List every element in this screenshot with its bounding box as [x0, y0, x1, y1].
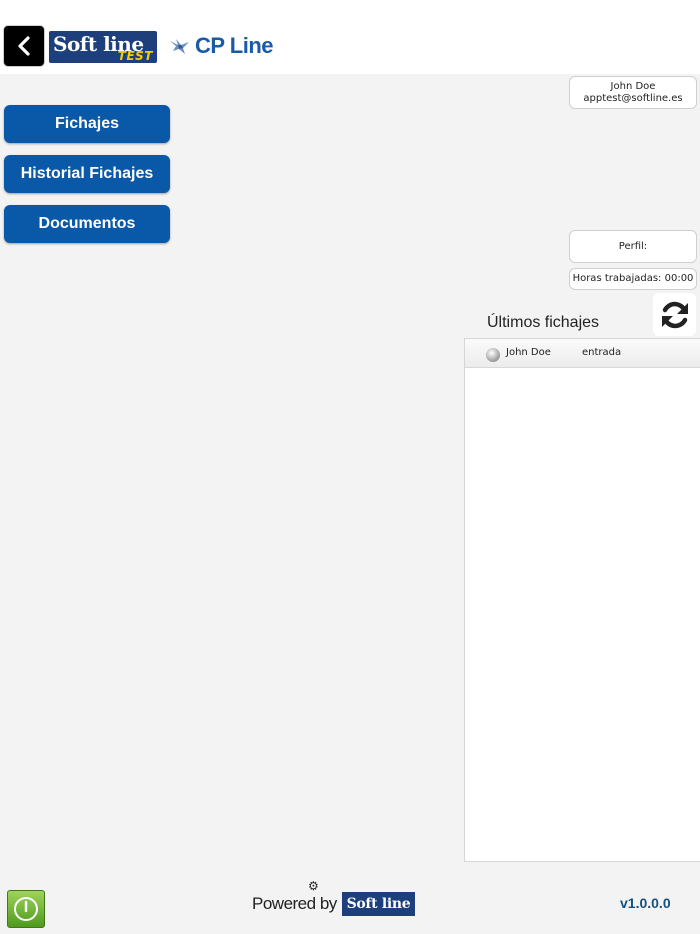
user-email: apptest@softline.es — [583, 92, 683, 104]
status-ball-icon — [486, 348, 500, 362]
documentos-button[interactable]: Documentos — [4, 205, 170, 243]
historial-fichajes-button[interactable]: Historial Fichajes — [4, 155, 170, 193]
profile-box: Perfil: — [569, 230, 697, 263]
powered-by-footer: ⚙ Powered by Soft line — [252, 880, 422, 920]
recent-punches-list: John Doe entrada — [464, 338, 700, 862]
test-badge: TEST — [117, 49, 153, 63]
cp-line-logo: CP Line — [169, 33, 274, 59]
gear-icon: ⚙ — [308, 879, 319, 893]
user-name: John Doe — [610, 80, 656, 92]
refresh-button[interactable] — [653, 293, 696, 336]
app-version: v1.0.0.0 — [620, 895, 671, 911]
powered-by-text: Powered by — [252, 894, 337, 913]
bird-icon — [170, 39, 189, 54]
hours-box: Horas trabajadas: 00:00 — [569, 268, 697, 290]
softline-test-logo: Soft line TEST — [49, 31, 157, 63]
fichajes-button[interactable]: Fichajes — [4, 105, 170, 143]
user-info-box: John Doe apptest@softline.es — [569, 76, 697, 109]
list-item[interactable]: John Doe entrada — [465, 339, 700, 368]
logout-button[interactable] — [7, 890, 45, 928]
power-icon — [14, 897, 38, 921]
refresh-icon — [661, 301, 688, 328]
chevron-left-icon — [18, 36, 30, 56]
back-button[interactable] — [4, 26, 44, 66]
row-punch-type: entrada — [582, 347, 622, 358]
hours-worked: Horas trabajadas: 00:00 — [572, 273, 694, 284]
app-name: CP Line — [195, 33, 274, 58]
profile-label: Perfil: — [618, 240, 648, 252]
app-header: Soft line TEST CP Line — [0, 0, 700, 74]
row-employee-name: John Doe — [506, 347, 551, 358]
recent-punches-title: Últimos fichajes — [487, 314, 600, 331]
softline-footer-logo: Soft line — [342, 892, 415, 916]
